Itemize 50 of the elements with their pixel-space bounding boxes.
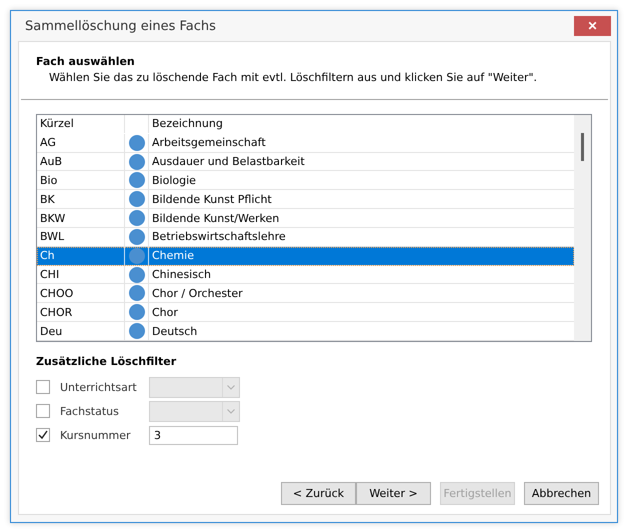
code-cell: AuB [37, 152, 125, 170]
name-cell-text: Ausdauer und Belastbarkeit [151, 154, 306, 170]
wizard-button[interactable]: < Zurück [281, 482, 356, 505]
window-title: Sammellöschung eines Fachs [25, 18, 216, 34]
filter-heading: Zusätzliche Löschfilter [36, 355, 178, 368]
name-cell-text: Arbeitsgemeinschaft [151, 135, 267, 152]
checkbox[interactable] [36, 428, 50, 442]
code-cell: CHOR [37, 303, 125, 322]
input-field[interactable]: 3 [149, 426, 238, 444]
filter-label: Fachstatus [60, 404, 120, 418]
table-row[interactable]: AuB Ausdauer und Belastbarkeit [37, 152, 574, 172]
code-cell: Deu [37, 322, 125, 340]
code-cell: CHI [37, 266, 125, 284]
code-cell: BKW [37, 209, 125, 227]
name-cell-text: Biologie [151, 172, 197, 189]
page-title: Fach auswählen [35, 55, 136, 68]
table-row[interactable]: AG Arbeitsgemeinschaft [37, 134, 574, 153]
page-description: Wählen Sie das zu löschende Fach mit evtl. Löschfiltern aus und klicken Sie auf "Weiter". [48, 71, 538, 84]
table-row[interactable]: CHOO Chor / Orchester [37, 284, 574, 304]
column-header[interactable]: Kürzel [37, 115, 125, 133]
chevron-down-icon [227, 408, 235, 414]
name-cell-text: Chor [151, 304, 179, 321]
name-cell-text: Chor / Orchester [151, 286, 244, 302]
table-row[interactable]: BKW Bildende Kunst/Werken [37, 209, 574, 228]
table-row[interactable]: Bio Biologie [37, 171, 574, 190]
wizard-button[interactable]: Abbrechen [524, 482, 599, 505]
close-button[interactable]: ✕ [574, 16, 611, 36]
column-header[interactable]: Bezeichnung [149, 115, 574, 133]
scrollbar[interactable] [574, 115, 591, 341]
code-cell: BWL [37, 228, 125, 246]
name-cell-text: Chinesisch [151, 267, 212, 284]
name-cell-text: Chemie [151, 248, 195, 264]
code-cell: BK [37, 190, 125, 208]
code-cell: AG [37, 134, 125, 152]
name-cell-text: Deutsch [151, 324, 198, 340]
name-cell-text: Betriebswirtschaftslehre [151, 229, 287, 246]
table-row[interactable]: CHOR Chor [37, 303, 574, 322]
name-cell-text: Bildende Kunst Pflicht [151, 192, 273, 208]
filter-label: Unterrichtsart [60, 380, 138, 394]
code-cell: CHOO [37, 284, 125, 302]
wizard-button[interactable]: Weiter > [356, 482, 431, 505]
code-cell: Ch [37, 246, 125, 265]
chevron-down-icon [227, 384, 235, 390]
table-row[interactable]: Deu Deutsch [37, 322, 574, 341]
filter-label: Kursnummer [60, 428, 132, 442]
table-row[interactable]: CHI Chinesisch [37, 266, 574, 284]
name-cell-text: Bildende Kunst/Werken [151, 210, 280, 227]
code-cell: Bio [37, 171, 125, 190]
table-row[interactable]: BK Bildende Kunst Pflicht [37, 190, 574, 210]
table-row[interactable]: Ch Chemie [37, 246, 574, 266]
